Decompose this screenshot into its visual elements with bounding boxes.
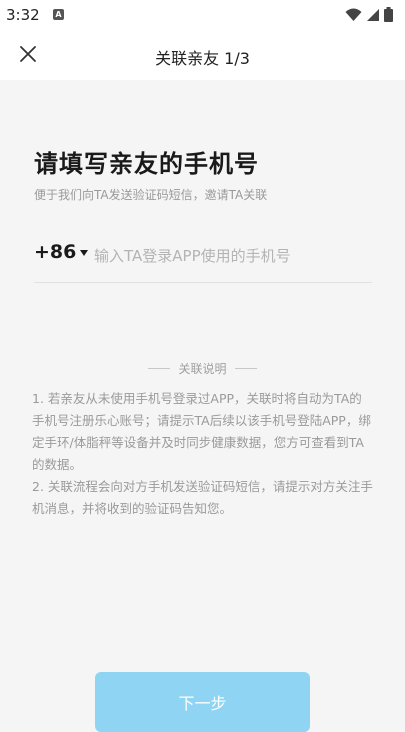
app-notification-icon: A [53, 9, 64, 20]
explanation-text: 1. 若亲友从未使用手机号登录过APP，关联时将自动为TA的手机号注册乐心账号；… [32, 388, 374, 520]
page-title: 关联亲友 1/3 [155, 49, 250, 68]
navigation-bar: 关联亲友 1/3 [0, 30, 405, 80]
country-code-selector[interactable]: +86 [34, 241, 89, 263]
explanation-item: 1. 若亲友从未使用手机号登录过APP，关联时将自动为TA的手机号注册乐心账号；… [32, 391, 371, 472]
phone-number-input[interactable] [92, 242, 366, 270]
phone-input-row: +86 [34, 238, 372, 283]
status-icons [345, 7, 393, 22]
divider-right [234, 368, 257, 369]
status-time: 3:32 [6, 6, 40, 24]
explanation-title: 关联说明 [178, 362, 227, 376]
explanation-item: 2. 关联流程会向对方手机发送验证码短信，请提示对方关注手机消息，并将收到的验证… [32, 479, 373, 516]
battery-icon [384, 7, 393, 22]
wifi-icon [345, 8, 362, 21]
form-subheading: 便于我们向TA发送验证码短信，邀请TA关联 [34, 188, 268, 202]
next-step-button[interactable]: 下一步 [95, 672, 310, 732]
caret-down-icon [80, 250, 89, 256]
explanation-title-row: 关联说明 [0, 360, 405, 377]
country-code-label: +86 [34, 241, 77, 263]
status-bar: 3:32 A [0, 0, 405, 30]
signal-icon [367, 8, 379, 21]
form-heading: 请填写亲友的手机号 [34, 150, 259, 178]
divider-left [148, 368, 171, 369]
